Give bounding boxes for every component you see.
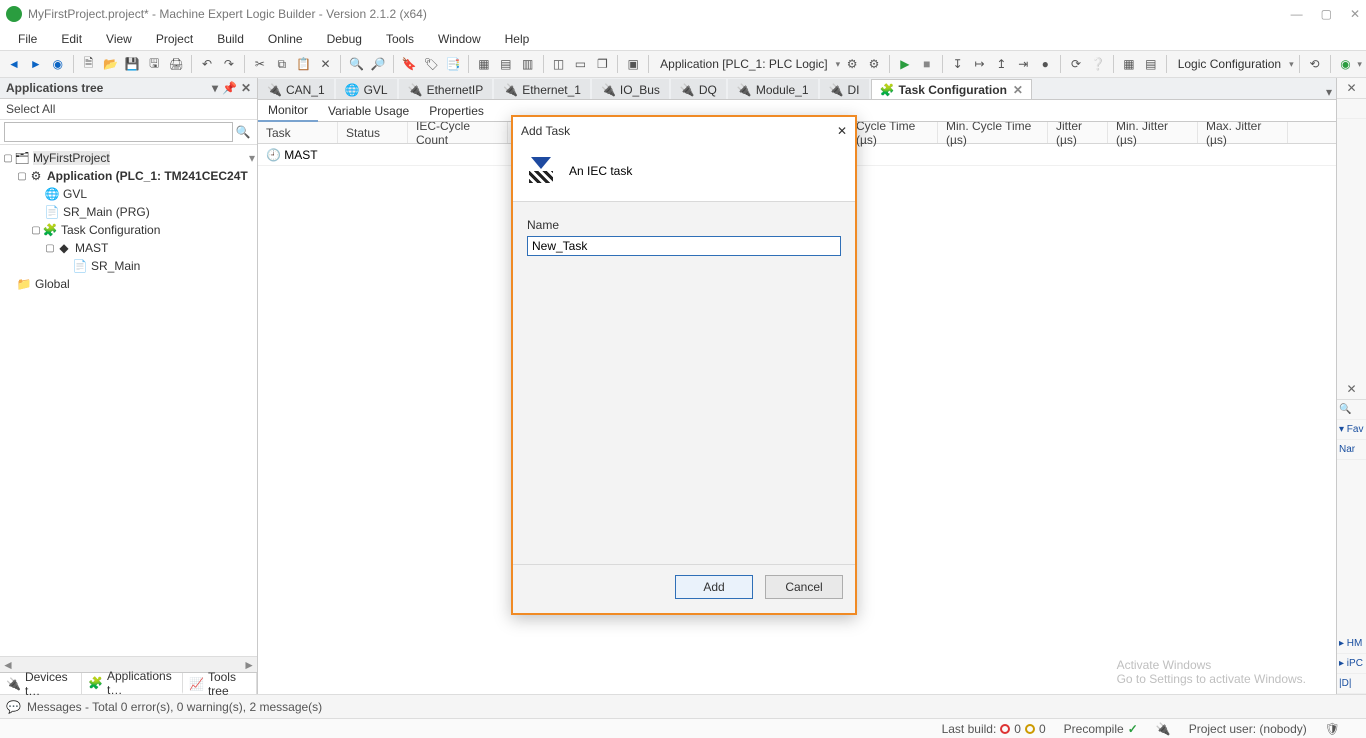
name-label: Name xyxy=(527,218,841,232)
modal-overlay: Add Task ✕ An IEC task Name Add Cancel xyxy=(0,0,1366,738)
add-button[interactable]: Add xyxy=(675,575,753,599)
dialog-header: An IEC task xyxy=(513,145,855,202)
dialog-body: Name xyxy=(513,202,855,564)
task-name-input[interactable] xyxy=(527,236,841,256)
dialog-footer: Add Cancel xyxy=(513,564,855,613)
dialog-title: Add Task xyxy=(521,124,570,138)
dialog-close-icon[interactable]: ✕ xyxy=(837,124,847,138)
add-task-dialog: Add Task ✕ An IEC task Name Add Cancel xyxy=(511,115,857,615)
dialog-titlebar: Add Task ✕ xyxy=(513,117,855,145)
cancel-button[interactable]: Cancel xyxy=(765,575,843,599)
task-download-icon xyxy=(527,157,555,185)
dialog-subtitle: An IEC task xyxy=(569,164,632,178)
